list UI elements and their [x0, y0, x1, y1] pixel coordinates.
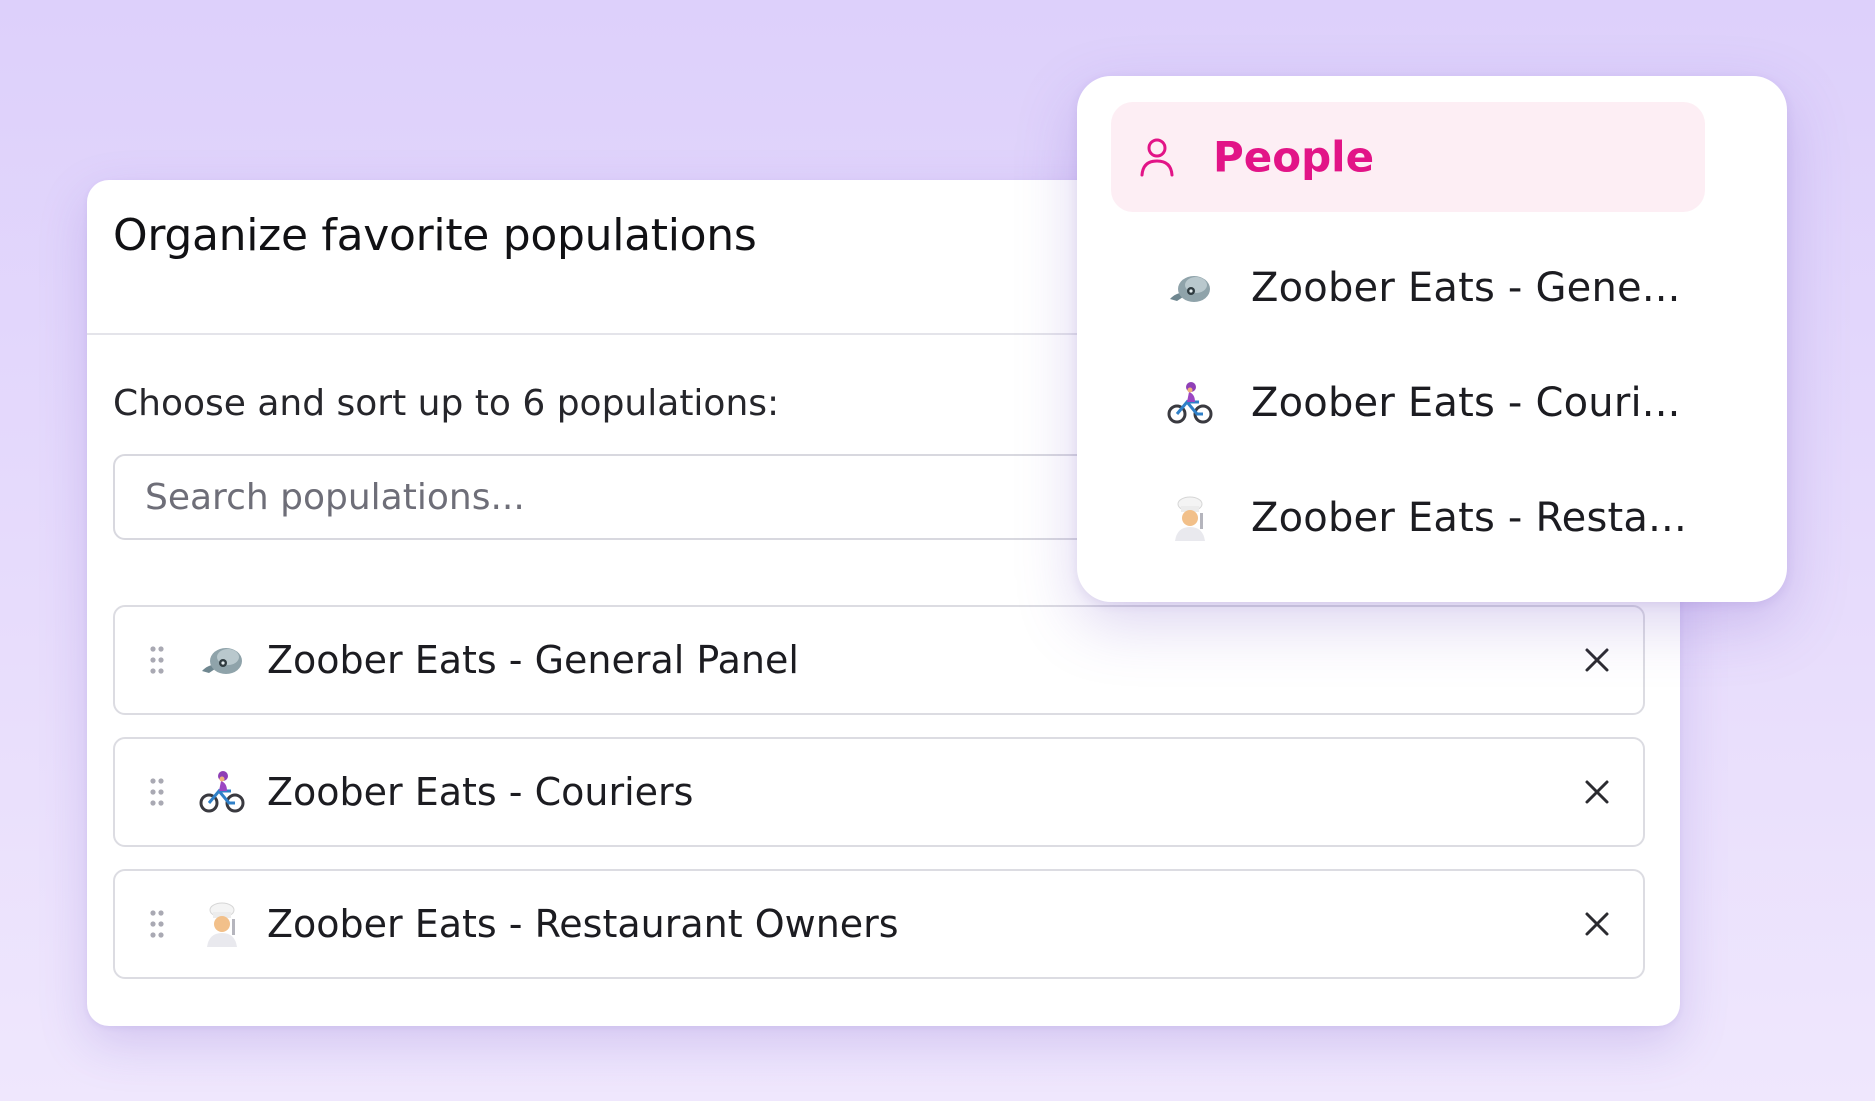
dropdown-group-label: People [1213, 132, 1375, 182]
remove-close-icon[interactable] [1577, 772, 1617, 812]
population-label: Zoober Eats - Restaurant Owners [267, 902, 899, 946]
card-title: Organize favorite populations [113, 210, 757, 261]
chef-emoji-icon [199, 901, 245, 947]
populations-dropdown: People Zoober Eats - Gene... Zoober Eats… [1077, 76, 1787, 602]
person-icon [1137, 136, 1177, 178]
remove-close-icon[interactable] [1577, 640, 1617, 680]
population-item-couriers[interactable]: Zoober Eats - Couriers [113, 737, 1645, 847]
dropdown-option-couriers[interactable]: Zoober Eats - Couri... [1111, 355, 1705, 451]
population-item-restaurant-owners[interactable]: Zoober Eats - Restaurant Owners [113, 869, 1645, 979]
dropdown-option-restaurant-owners[interactable]: Zoober Eats - Resta... [1111, 470, 1705, 566]
drag-handle-icon[interactable] [149, 777, 165, 807]
population-label: Zoober Eats - General Panel [267, 638, 799, 682]
drag-handle-icon[interactable] [149, 645, 165, 675]
populations-list: Zoober Eats - General Panel Zoober Eats … [113, 605, 1645, 1001]
remove-close-icon[interactable] [1577, 904, 1617, 944]
cap-emoji-icon [1167, 265, 1213, 311]
population-item-general-panel[interactable]: Zoober Eats - General Panel [113, 605, 1645, 715]
drag-handle-icon[interactable] [149, 909, 165, 939]
chef-emoji-icon [1167, 495, 1213, 541]
cyclist-emoji-icon [1167, 380, 1213, 426]
dropdown-group-people[interactable]: People [1111, 102, 1705, 212]
cyclist-emoji-icon [199, 769, 245, 815]
instructions-text: Choose and sort up to 6 populations: [113, 383, 780, 424]
dropdown-option-general-panel[interactable]: Zoober Eats - Gene... [1111, 240, 1705, 336]
cap-emoji-icon [199, 637, 245, 683]
dropdown-option-label: Zoober Eats - Resta... [1251, 495, 1687, 541]
population-label: Zoober Eats - Couriers [267, 770, 694, 814]
dropdown-option-label: Zoober Eats - Gene... [1251, 265, 1681, 311]
dropdown-option-label: Zoober Eats - Couri... [1251, 380, 1681, 426]
